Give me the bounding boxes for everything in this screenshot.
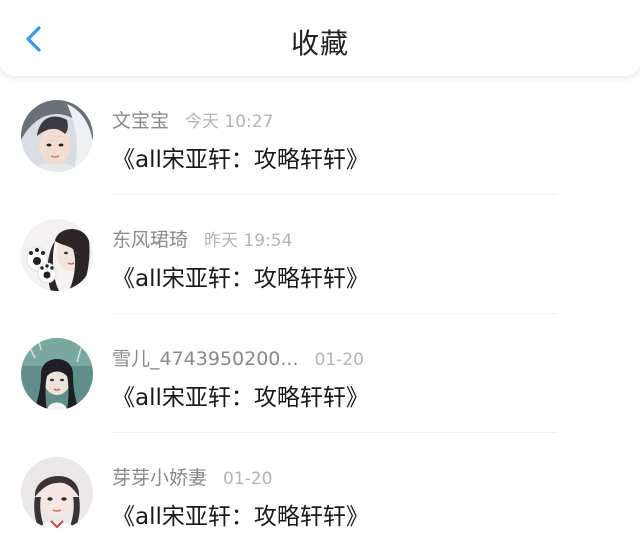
- story-title[interactable]: 《all宋亚轩：攻略轩轩》: [112, 378, 369, 412]
- username[interactable]: 东风珺琦: [112, 229, 188, 251]
- timestamp: 01-20: [314, 350, 364, 370]
- username[interactable]: 雪儿_4743950200...: [112, 348, 299, 370]
- user-avatar[interactable]: [21, 100, 93, 172]
- user-avatar[interactable]: [21, 219, 93, 291]
- username[interactable]: 芽芽小娇妻: [112, 467, 207, 489]
- story-title[interactable]: 《all宋亚轩：攻略轩轩》: [112, 259, 369, 293]
- favorite-item[interactable]: 文宝宝 今天 10:27 《all宋亚轩：攻略轩轩》: [0, 76, 640, 195]
- favorites-page: 收藏 文宝宝 今天 10:27 《all宋亚轩：攻略轩轩》 东风珺琦 昨天 19…: [0, 0, 640, 553]
- favorite-item[interactable]: 芽芽小娇妻 01-20 《all宋亚轩：攻略轩轩》: [0, 433, 640, 552]
- story-title[interactable]: 《all宋亚轩：攻略轩轩》: [112, 140, 369, 174]
- timestamp: 01-20: [223, 469, 273, 489]
- item-meta: 雪儿_4743950200... 01-20: [112, 344, 364, 371]
- user-avatar[interactable]: [21, 338, 93, 410]
- item-meta: 东风珺琦 昨天 19:54: [112, 225, 292, 252]
- username[interactable]: 文宝宝: [112, 110, 169, 132]
- favorite-item[interactable]: 东风珺琦 昨天 19:54 《all宋亚轩：攻略轩轩》: [0, 195, 640, 314]
- timestamp: 今天 10:27: [185, 112, 274, 132]
- user-avatar[interactable]: [21, 457, 93, 529]
- favorites-list: 文宝宝 今天 10:27 《all宋亚轩：攻略轩轩》 东风珺琦 昨天 19:54…: [0, 76, 640, 552]
- story-title[interactable]: 《all宋亚轩：攻略轩轩》: [112, 497, 369, 531]
- item-meta: 文宝宝 今天 10:27: [112, 106, 273, 133]
- page-title: 收藏: [290, 27, 349, 60]
- favorite-item[interactable]: 雪儿_4743950200... 01-20 《all宋亚轩：攻略轩轩》: [0, 314, 640, 433]
- top-bar: 收藏: [0, 0, 640, 76]
- item-meta: 芽芽小娇妻 01-20: [112, 463, 272, 490]
- timestamp: 昨天 19:54: [204, 231, 293, 251]
